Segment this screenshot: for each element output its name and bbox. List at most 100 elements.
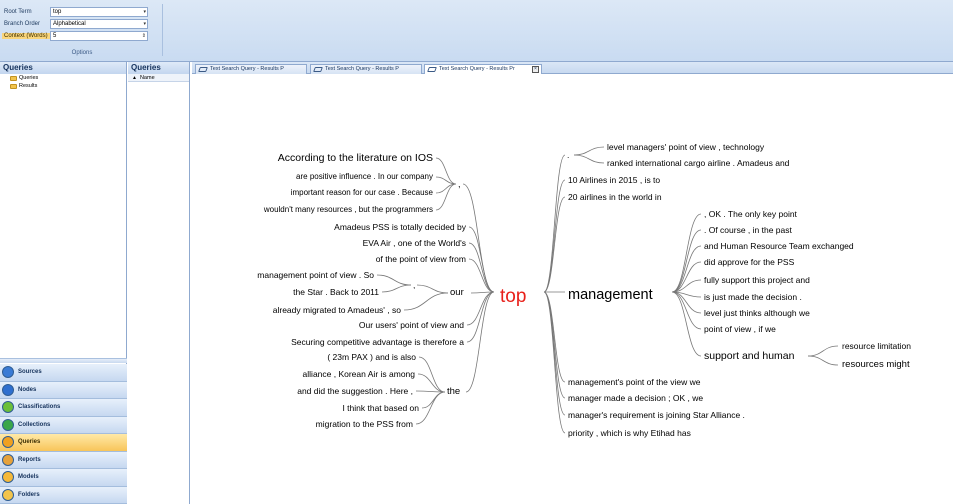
tree-phrase[interactable]: the Star . Back to 2011 xyxy=(293,287,379,297)
tree-item-results[interactable]: Results xyxy=(0,82,126,90)
tab-text-search-query-3[interactable]: Text Search Query - Results Pr × xyxy=(424,64,542,74)
tree-phrase[interactable]: manager made a decision ; OK , we xyxy=(568,393,703,403)
tree-item-queries[interactable]: Queries xyxy=(0,74,126,82)
tree-phrase[interactable]: of the point of view from xyxy=(376,254,466,264)
tree-phrase[interactable]: According to the literature on IOS xyxy=(278,153,433,164)
nav-button-label: Classifications xyxy=(18,404,61,411)
branch-connector xyxy=(671,291,702,357)
tree-phrase[interactable]: management point of view . So xyxy=(257,270,374,280)
tree-phrase[interactable]: 20 airlines in the world in xyxy=(568,192,662,202)
tree-phrase[interactable]: ( 23m PAX ) and is also xyxy=(327,352,416,362)
tree-item-label: Queries xyxy=(19,75,39,81)
branch-connector xyxy=(807,355,839,366)
branch-node-support[interactable]: support and human xyxy=(704,351,794,362)
close-icon[interactable]: × xyxy=(532,66,539,73)
branch-node-our[interactable]: our xyxy=(450,288,464,298)
tree-phrase[interactable]: resource limitation xyxy=(842,341,911,351)
tree-phrase[interactable]: . Of course , in the past xyxy=(704,225,792,235)
tree-phrase[interactable]: ranked international cargo airline . Ama… xyxy=(607,158,789,168)
tree-phrase[interactable]: and did the suggestion . Here , xyxy=(297,386,413,396)
nav-button-models[interactable]: Models xyxy=(0,469,127,487)
query-icon xyxy=(313,67,323,72)
branch-connector xyxy=(462,183,495,293)
branch-order-row: Branch Order Alphabetical ▾ xyxy=(2,18,148,29)
branch-connector xyxy=(543,291,566,416)
root-term-combo[interactable]: top ▾ xyxy=(50,6,148,17)
branch-node-comma[interactable]: , xyxy=(413,280,415,290)
tab-label: Text Search Query - Results P xyxy=(325,66,399,72)
branch-connector xyxy=(573,154,605,164)
nodes-icon xyxy=(2,383,14,396)
branch-connector xyxy=(468,226,495,293)
branch-order-value: Alphabetical xyxy=(53,20,86,27)
nav-button-queries[interactable]: Queries xyxy=(0,434,127,452)
branch-connector xyxy=(421,391,446,409)
tree-phrase[interactable]: are positive influence . In our company xyxy=(296,172,433,182)
tree-phrase[interactable]: and Human Resource Team exchanged xyxy=(704,241,854,251)
tree-phrase[interactable]: priority , which is why Etihad has xyxy=(568,428,691,438)
tree-phrase[interactable]: level just thinks although we xyxy=(704,308,810,318)
tree-phrase[interactable]: fully support this project and xyxy=(704,275,810,285)
branch-connector xyxy=(468,258,495,293)
tree-phrase[interactable]: management's point of the view we xyxy=(568,377,701,387)
tree-phrase[interactable]: resources might xyxy=(842,360,910,370)
tree-phrase[interactable]: point of view , if we xyxy=(704,324,776,334)
nav-button-nodes[interactable]: Nodes xyxy=(0,381,127,399)
tab-text-search-query-2[interactable]: Text Search Query - Results P xyxy=(310,64,422,74)
tree-phrase[interactable]: did approve for the PSS xyxy=(704,257,794,267)
tree-phrase[interactable]: manager's requirement is joining Star Al… xyxy=(568,410,745,420)
tree-phrase[interactable]: Amadeus PSS is totally decided by xyxy=(334,222,466,232)
branch-connector xyxy=(543,291,566,434)
column-name-label: Name xyxy=(139,74,155,81)
root-term-label: Root Term xyxy=(4,8,32,15)
root-term-value: top xyxy=(53,8,62,15)
branch-node-comma[interactable]: , xyxy=(458,179,461,189)
branch-connector xyxy=(543,154,566,293)
nav-button-sources[interactable]: Sources xyxy=(0,364,127,382)
tree-phrase[interactable]: I think that based on xyxy=(342,403,419,413)
tree-phrase[interactable]: Our users' point of view and xyxy=(359,320,464,330)
folder-icon xyxy=(10,75,17,81)
nav-button-folders[interactable]: Folders xyxy=(0,486,127,504)
nav-button-reports[interactable]: Reports xyxy=(0,451,127,469)
root-term[interactable]: top xyxy=(500,287,526,307)
branch-node-dot[interactable]: . xyxy=(567,150,569,160)
tree-phrase[interactable]: 10 Airlines in 2015 , is to xyxy=(568,175,660,185)
tree-phrase[interactable]: EVA Air , one of the World's xyxy=(363,238,466,248)
models-icon xyxy=(2,471,14,484)
nav-button-collections[interactable]: Collections xyxy=(0,416,127,434)
tab-text-search-query-1[interactable]: Text Search Query - Results P xyxy=(195,64,307,74)
context-spinner[interactable]: 5 ⇕ xyxy=(50,30,148,41)
sort-icon: ▲ xyxy=(132,74,137,81)
branch-connector xyxy=(381,284,412,293)
nav-button-label: Queries xyxy=(18,439,41,446)
nav-button-label: Sources xyxy=(18,369,42,376)
column-header-name[interactable]: ▲ Name xyxy=(128,74,189,82)
chevron-down-icon[interactable]: ▾ xyxy=(143,8,146,16)
tree-phrase[interactable]: is just made the decision . xyxy=(704,292,802,302)
navigation-pane: Queries Queries Results Sources Nodes Clas… xyxy=(0,62,127,504)
nav-button-classifications[interactable]: Classifications xyxy=(0,399,127,417)
spinner-arrows-icon[interactable]: ⇕ xyxy=(142,32,146,40)
tree-phrase[interactable]: already migrated to Amadeus' , so xyxy=(273,305,401,315)
options-group: Root Term top ▾ Branch Order Alphabetica… xyxy=(2,4,162,59)
tree-phrase[interactable]: wouldn't many resources , but the progra… xyxy=(264,205,433,215)
chevron-down-icon[interactable]: ▾ xyxy=(143,20,146,28)
branch-connector xyxy=(468,242,495,293)
tree-phrase[interactable]: important reason for our case . Because xyxy=(291,188,433,198)
nav-splitter[interactable] xyxy=(0,358,127,363)
nav-button-label: Nodes xyxy=(18,386,37,393)
tree-phrase[interactable]: , OK . The only key point xyxy=(704,209,797,219)
tree-phrase[interactable]: alliance , Korean Air is among xyxy=(303,369,415,379)
branch-node-management[interactable]: management xyxy=(568,287,653,303)
sources-icon xyxy=(2,366,14,379)
branch-node-the[interactable]: the xyxy=(447,387,460,397)
root-term-row: Root Term top ▾ xyxy=(2,6,148,17)
context-label: Context (Words) xyxy=(2,32,50,39)
nav-button-list: Sources Nodes Classifications Collections Qu… xyxy=(0,364,127,504)
tree-phrase[interactable]: Securing competitive advantage is theref… xyxy=(291,337,464,347)
tree-phrase[interactable]: level managers' point of view , technolo… xyxy=(607,142,764,152)
list-title: Queries xyxy=(128,62,189,74)
tree-phrase[interactable]: migration to the PSS from xyxy=(316,419,413,429)
branch-order-combo[interactable]: Alphabetical ▾ xyxy=(50,18,148,29)
